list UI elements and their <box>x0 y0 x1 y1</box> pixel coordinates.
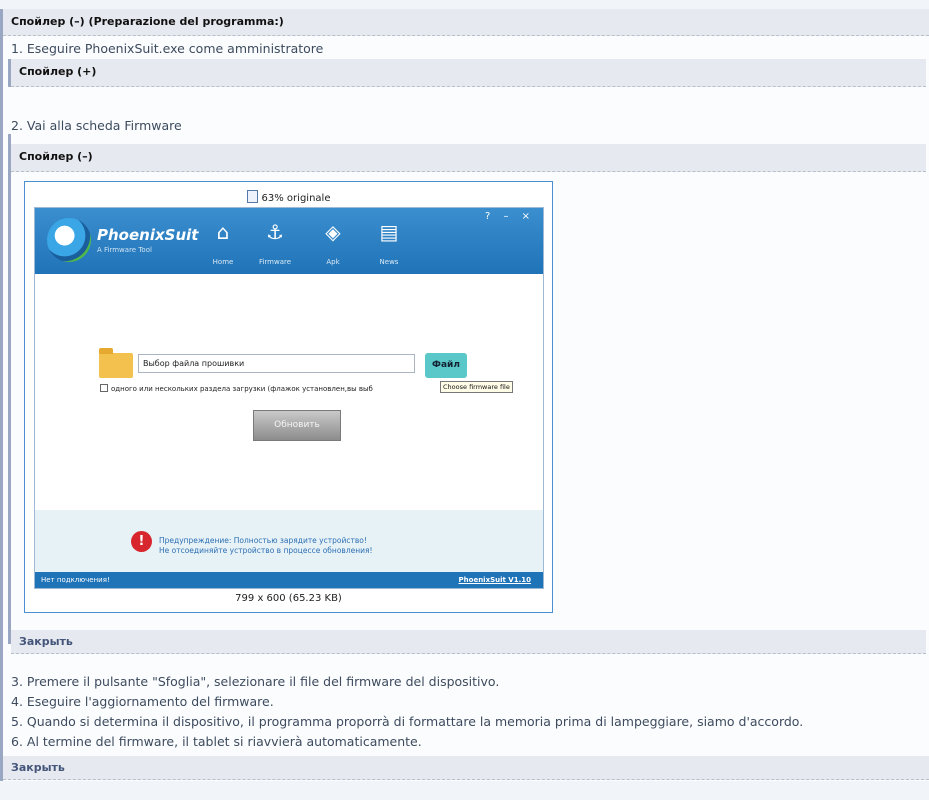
nav-apk[interactable]: ◈ Apk <box>311 218 355 266</box>
file-tooltip: Choose firmware file <box>440 381 513 393</box>
app-header: PhoenixSuit A Firmware Tool ⌂ Home ⚓ Fir… <box>35 208 543 274</box>
image-caption: 799 x 600 (65.23 KB) <box>235 593 342 604</box>
nav-firmware[interactable]: ⚓ Firmware <box>253 218 297 266</box>
nav-news[interactable]: ▤ News <box>367 218 411 266</box>
step-3: 3. Premere il pulsante "Sfoglia", selezi… <box>11 674 500 689</box>
anchor-icon: ⚓ <box>266 220 284 244</box>
spoiler-collapsed: Спойлер (+) <box>8 59 926 87</box>
connection-status: Нет подключения! <box>41 576 110 584</box>
step-1: 1. Eseguire PhoenixSuit.exe come amminis… <box>11 41 324 56</box>
logo-subtitle: A Firmware Tool <box>97 246 152 254</box>
firmware-path-input[interactable] <box>138 354 415 373</box>
zoom-indicator[interactable]: 63% originale <box>25 190 552 204</box>
folder-icon[interactable] <box>99 348 133 378</box>
spoiler-expanded-close[interactable]: Закрыть <box>11 630 926 654</box>
file-button[interactable]: Файл <box>425 353 467 378</box>
warning-line-1: Предупреждение: Полностью зарядите устро… <box>159 536 367 545</box>
phoenix-logo-icon <box>47 218 91 262</box>
window-controls[interactable]: ? – × <box>485 211 535 222</box>
warning-line-2: Не отсоединяйте устройство в процессе об… <box>159 546 373 555</box>
step-6: 6. Al termine del firmware, il tablet si… <box>11 734 422 749</box>
checkbox-icon[interactable] <box>100 384 108 392</box>
screenshot-frame[interactable]: 63% originale PhoenixSuit A Firmware Too… <box>24 181 553 613</box>
status-bar: Нет подключения! PhoenixSuit V1.10 <box>35 572 543 588</box>
box-icon: ◈ <box>325 220 341 244</box>
version-link[interactable]: PhoenixSuit V1.10 <box>459 572 531 588</box>
partition-checkbox[interactable]: одного или нескольких раздела загрузки (… <box>100 384 373 393</box>
warning-icon: ! <box>131 531 152 552</box>
spoiler-main-close[interactable]: Закрыть <box>3 756 929 780</box>
news-icon: ▤ <box>379 220 399 244</box>
zoom-label: 63% originale <box>261 193 331 204</box>
magnifier-icon <box>246 190 258 203</box>
step-5: 5. Quando si determina il dispositivo, i… <box>11 714 804 729</box>
warning-area: ! Предупреждение: Полностью зарядите уст… <box>35 510 543 572</box>
spoiler-main-header[interactable]: Спойлер (–) (Preparazione del programma:… <box>3 9 929 36</box>
logo-name: PhoenixSuit <box>97 226 199 244</box>
phoenixsuit-window: PhoenixSuit A Firmware Tool ⌂ Home ⚓ Fir… <box>34 207 544 589</box>
step-4: 4. Eseguire l'aggiornamento del firmware… <box>11 694 274 709</box>
home-icon: ⌂ <box>216 220 230 244</box>
step-2: 2. Vai alla scheda Firmware <box>11 118 182 133</box>
spoiler-collapsed-header[interactable]: Спойлер (+) <box>11 59 926 87</box>
spoiler-expanded-header[interactable]: Спойлер (–) <box>11 144 926 172</box>
checkbox-label: одного или нескольких раздела загрузки (… <box>111 385 373 393</box>
update-button[interactable]: Обновить <box>253 410 341 441</box>
nav-home[interactable]: ⌂ Home <box>201 218 245 266</box>
